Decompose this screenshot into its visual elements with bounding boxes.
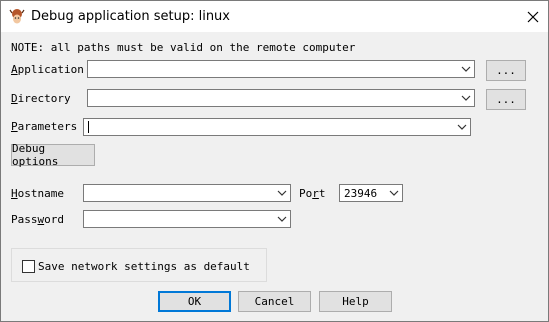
text-cursor [88,121,89,133]
parameters-combobox[interactable] [83,118,471,136]
help-button[interactable]: Help [319,291,392,312]
cancel-button[interactable]: Cancel [238,291,311,312]
chevron-down-icon [389,190,399,196]
debug-setup-dialog: Debug application setup: linux NOTE: all… [0,0,549,322]
port-label: Port [299,187,326,200]
chevron-down-icon [277,190,287,196]
title-bar: Debug application setup: linux [1,1,548,32]
hostname-combobox[interactable] [83,184,291,202]
password-combobox[interactable] [83,210,291,228]
close-button[interactable] [518,1,548,32]
save-default-label[interactable]: Save network settings as default [38,260,250,273]
parameters-label: Parameters [11,120,78,133]
application-label: Application [11,63,84,76]
close-icon [527,11,539,22]
hostname-label: Hostname [11,187,64,200]
application-combobox[interactable] [87,60,475,78]
directory-browse-button[interactable]: ... [486,89,526,110]
note-text: NOTE: all paths must be valid on the rem… [11,41,356,54]
chevron-down-icon [461,66,471,72]
directory-combobox[interactable] [87,89,475,107]
port-combobox[interactable]: 23946 [339,184,403,202]
directory-label: Directory [11,92,71,105]
port-value: 23946 [344,187,378,200]
chevron-down-icon [457,124,467,130]
ok-button[interactable]: OK [158,291,231,312]
debug-options-button[interactable]: Debug options [11,142,95,168]
save-default-checkbox[interactable] [22,260,35,273]
chevron-down-icon [277,216,287,222]
window-title: Debug application setup: linux [31,9,230,24]
password-label: Password [11,213,64,226]
chevron-down-icon [461,95,471,101]
application-browse-button[interactable]: ... [486,60,526,81]
bug-icon [9,9,25,24]
